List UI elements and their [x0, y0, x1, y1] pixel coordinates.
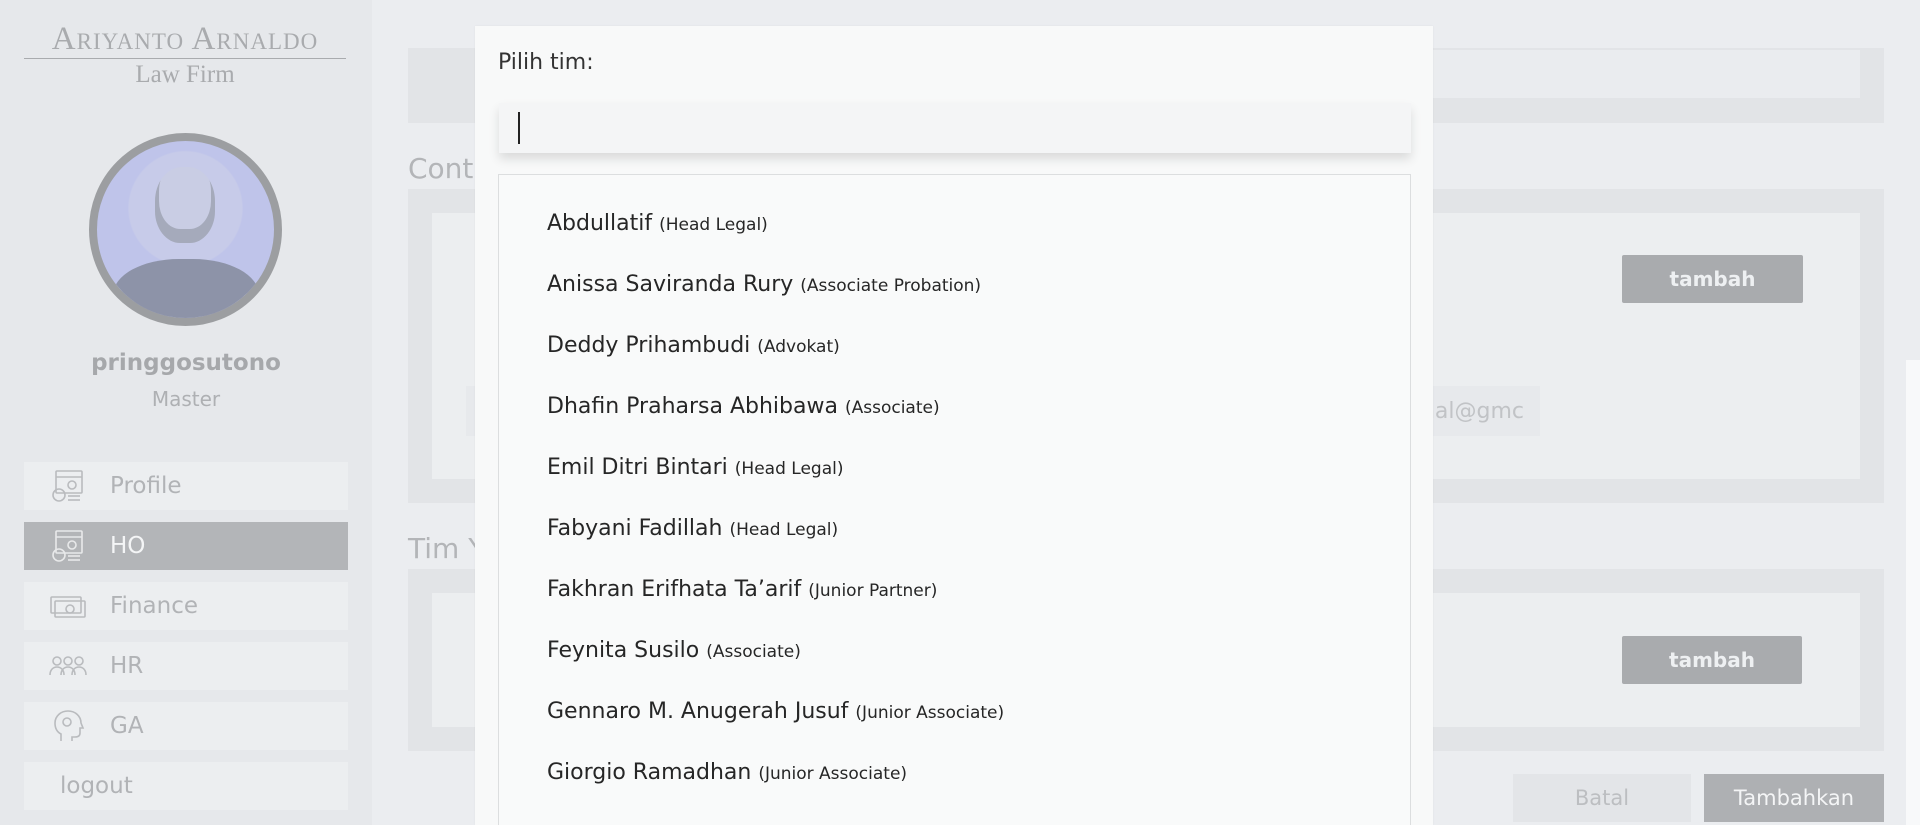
option-position: (Associate)	[844, 398, 940, 418]
cancel-button[interactable]: Batal	[1513, 774, 1691, 822]
list-item[interactable]: Deddy Prihambudi (Advokat)	[547, 333, 840, 358]
money-icon	[48, 588, 88, 624]
team-search-input[interactable]	[499, 103, 1411, 153]
option-position: (Junior Associate)	[758, 764, 908, 784]
nav-label: Finance	[110, 593, 198, 619]
option-name: Fakhran Erifhata Ta’arif	[547, 577, 802, 602]
page-scrollbar[interactable]	[1906, 360, 1920, 825]
profile-settings-icon	[48, 468, 88, 504]
option-position: (Head Legal)	[729, 520, 839, 540]
option-position: (Head Legal)	[659, 215, 768, 235]
list-item[interactable]: Gennaro M. Anugerah Jusuf (Junior Associ…	[547, 699, 1004, 724]
firm-logo: Ariyanto Arnaldo Law Firm	[24, 20, 346, 91]
list-item[interactable]: Dhafin Praharsa Abhibawa (Associate)	[547, 394, 940, 419]
ho-settings-icon	[48, 528, 88, 564]
avatar	[89, 133, 282, 326]
user-name: pringgosutono	[91, 350, 281, 376]
sidebar: Ariyanto Arnaldo Law Firm pringgosutono …	[0, 0, 372, 825]
submit-button[interactable]: Tambahkan	[1704, 774, 1884, 822]
option-position: (Junior Partner)	[808, 581, 938, 601]
tambah-contact-button[interactable]: tambah	[1622, 255, 1803, 303]
nav-label: Profile	[110, 473, 182, 499]
team-picker-modal: Pilih tim: Abdullatif (Head Legal) Aniss…	[475, 26, 1433, 825]
list-item[interactable]: Anissa Saviranda Rury (Associate Probati…	[547, 272, 981, 297]
nav-item-hr[interactable]: HR	[24, 642, 348, 690]
list-item[interactable]: Giorgio Ramadhan (Junior Associate)	[547, 760, 907, 785]
option-name: Deddy Prihambudi	[547, 333, 751, 358]
nav-label: HR	[110, 653, 144, 679]
nav-item-ho[interactable]: HO	[24, 522, 348, 570]
logo-line1: Ariyanto Arnaldo	[24, 20, 346, 59]
list-item[interactable]: Feynita Susilo (Associate)	[547, 638, 801, 663]
option-name: Giorgio Ramadhan	[547, 760, 752, 785]
avatar-body	[113, 259, 259, 318]
nav-item-ga[interactable]: GA	[24, 702, 348, 750]
option-name: Abdullatif	[547, 211, 653, 236]
user-role: Master	[151, 387, 221, 411]
textarea-field[interactable]	[1432, 50, 1860, 98]
option-name: Gennaro M. Anugerah Jusuf	[547, 699, 849, 724]
tambah-team-button[interactable]: tambah	[1622, 636, 1802, 684]
option-name: Anissa Saviranda Rury	[547, 272, 794, 297]
text-caret	[518, 112, 520, 144]
nav-item-finance[interactable]: Finance	[24, 582, 348, 630]
list-item[interactable]: Fabyani Fadillah (Head Legal)	[547, 516, 838, 541]
option-name: Dhafin Praharsa Abhibawa	[547, 394, 838, 419]
option-name: Fabyani Fadillah	[547, 516, 723, 541]
email-placeholder: nal@gmc	[1420, 398, 1524, 424]
option-position: (Junior Associate)	[855, 703, 1005, 723]
modal-label: Pilih tim:	[498, 50, 594, 75]
logo-line2: Law Firm	[135, 61, 235, 88]
option-position: (Advokat)	[757, 337, 840, 357]
option-name: Feynita Susilo	[547, 638, 700, 663]
head-gear-icon	[48, 708, 88, 744]
list-item[interactable]: Emil Ditri Bintari (Head Legal)	[547, 455, 843, 480]
option-position: (Associate)	[706, 642, 801, 662]
nav-item-profile[interactable]: Profile	[24, 462, 348, 510]
option-name: Emil Ditri Bintari	[547, 455, 728, 480]
nav-label: GA	[110, 713, 144, 739]
nav-label: logout	[60, 773, 133, 799]
team-options-list[interactable]: Abdullatif (Head Legal) Anissa Saviranda…	[498, 174, 1411, 825]
nav-item-logout[interactable]: logout	[24, 762, 348, 810]
people-icon	[48, 648, 88, 684]
list-item[interactable]: Abdullatif (Head Legal)	[547, 211, 768, 236]
section-team-title: Tim Y	[408, 532, 486, 565]
avatar-head	[155, 167, 215, 243]
option-position: (Associate Probation)	[800, 276, 982, 296]
list-item[interactable]: Fakhran Erifhata Ta’arif (Junior Partner…	[547, 577, 937, 602]
section-contact-title: Cont	[408, 152, 474, 185]
option-position: (Head Legal)	[734, 459, 844, 479]
nav-label: HO	[110, 533, 146, 559]
